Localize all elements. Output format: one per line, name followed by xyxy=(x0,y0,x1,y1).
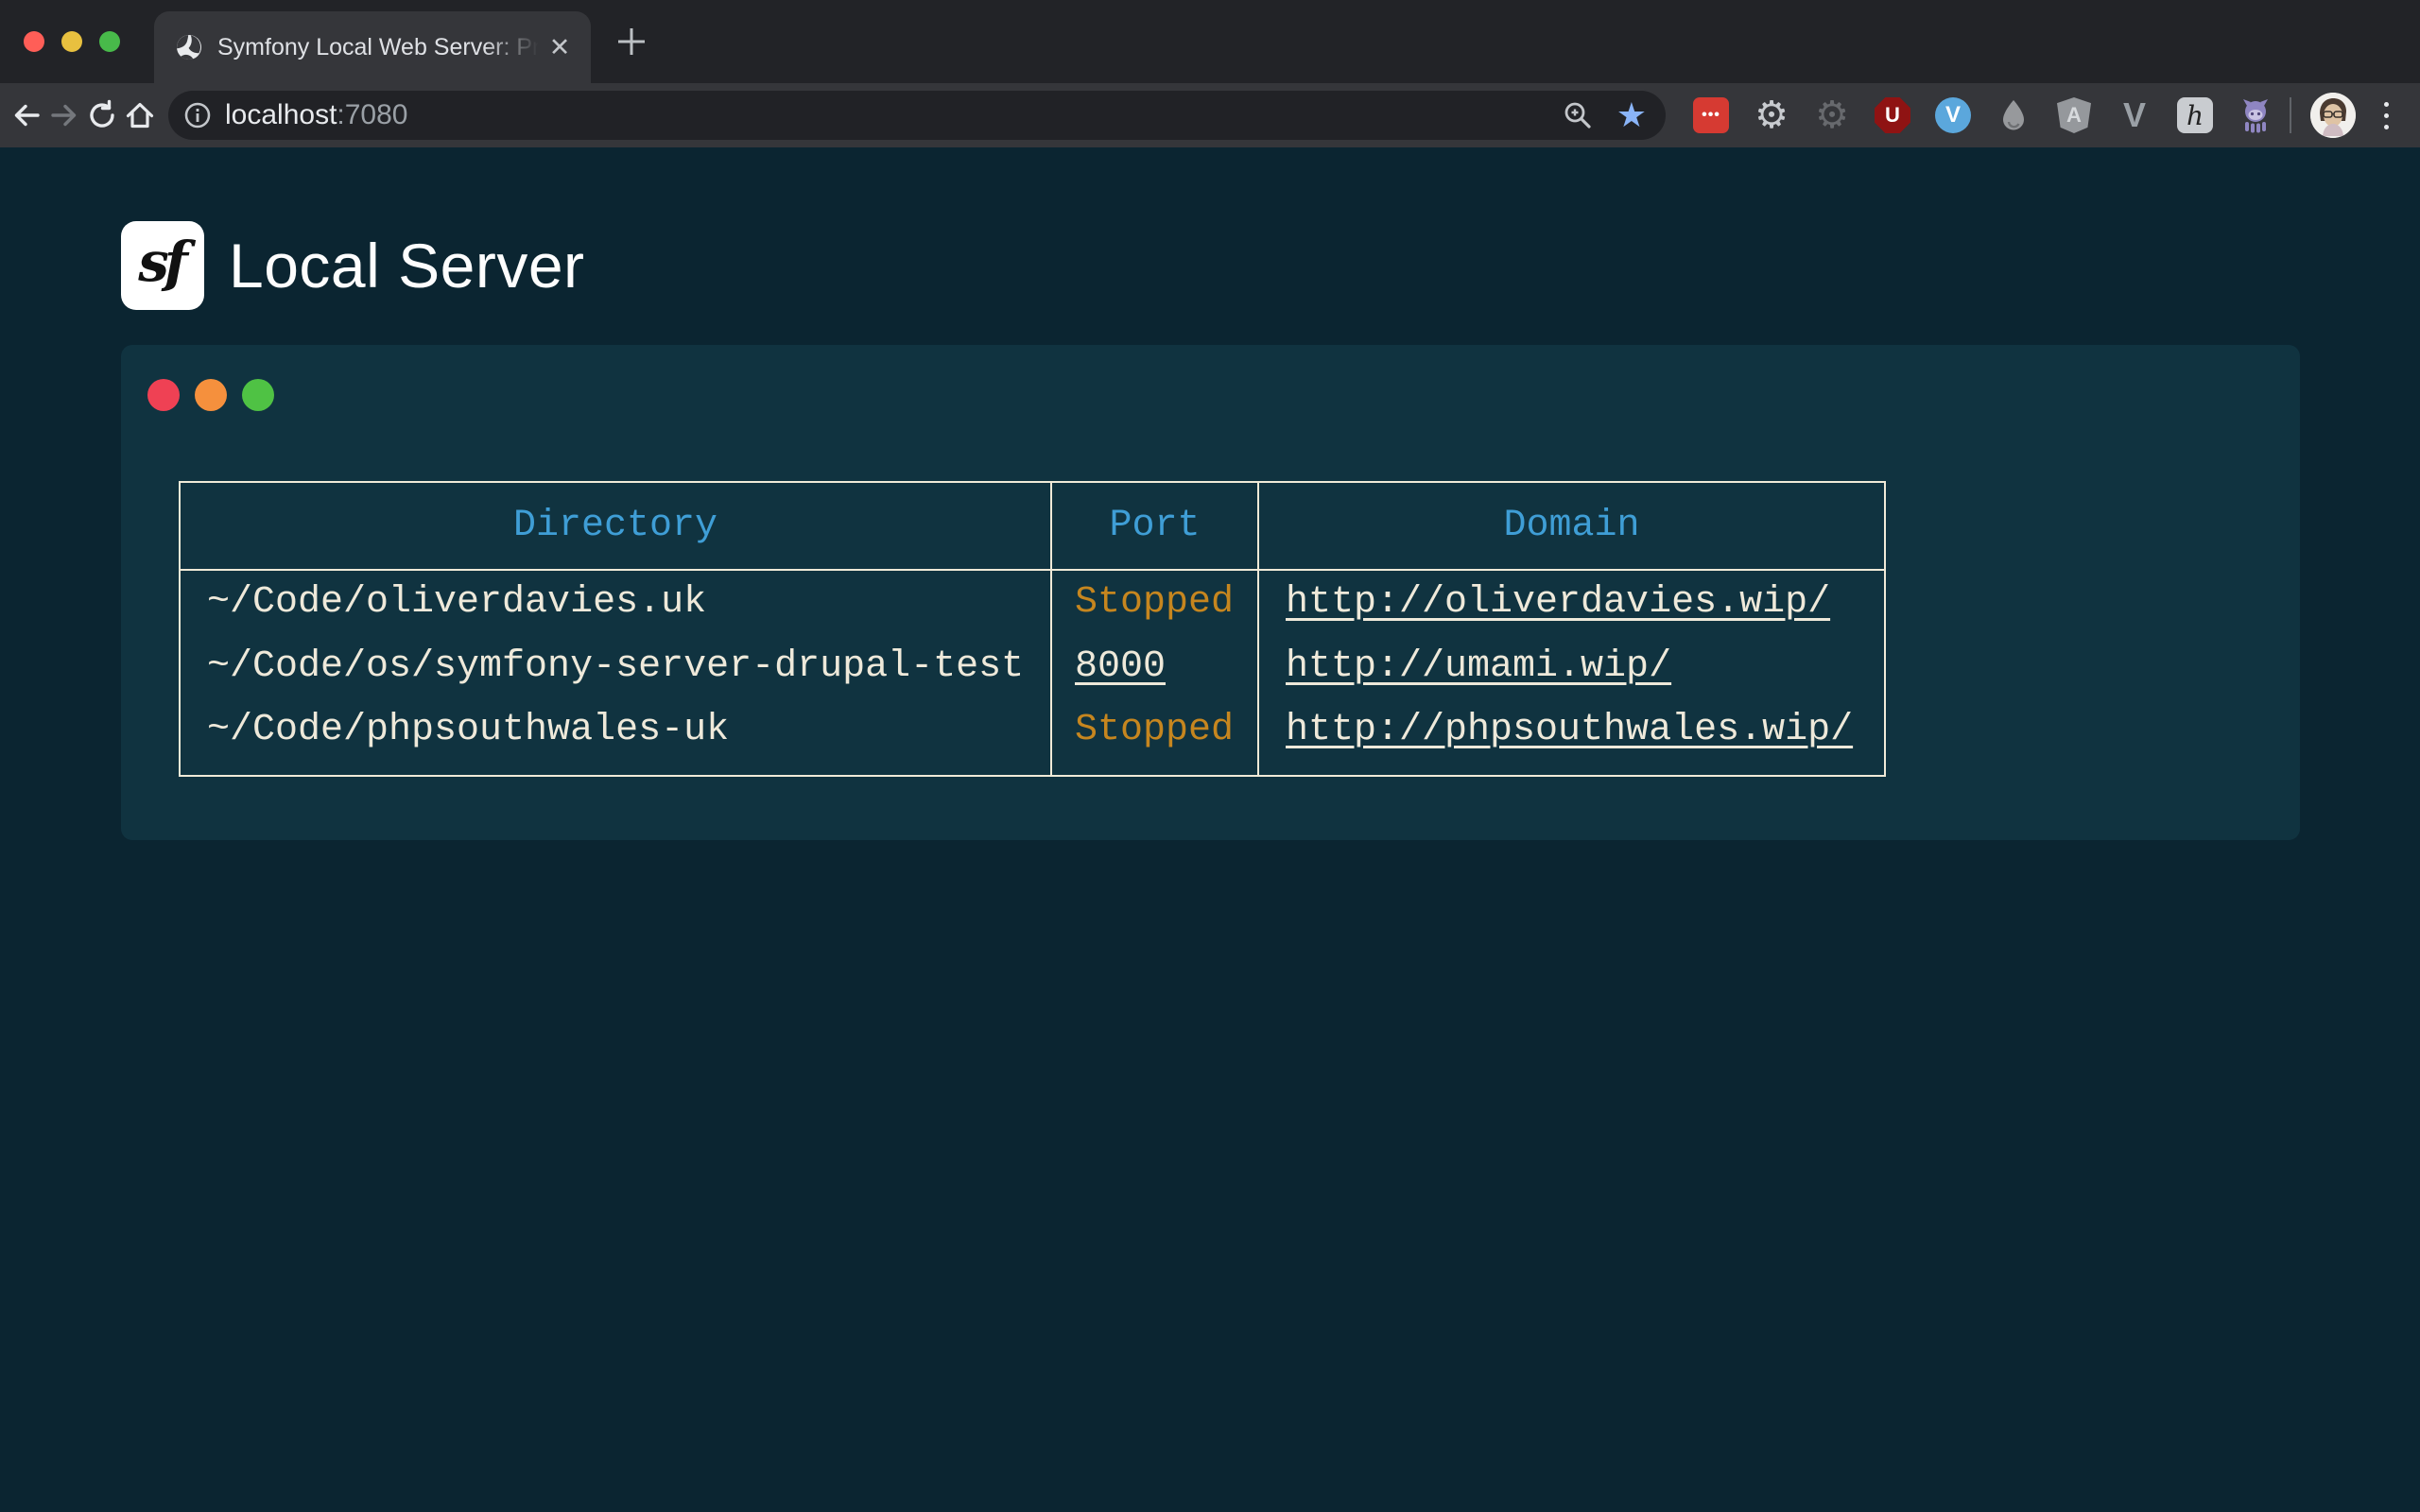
domain-cell: http://oliverdavies.wip/ xyxy=(1258,570,1885,634)
address-bar[interactable]: localhost:7080 ★ xyxy=(168,91,1666,140)
browser-menu-button[interactable] xyxy=(2367,96,2405,134)
vue-icon: V xyxy=(2123,95,2146,135)
panel-window-dots xyxy=(147,379,274,411)
back-icon xyxy=(9,98,43,132)
port-cell: Stopped xyxy=(1051,698,1258,776)
symfony-logo-text: sf xyxy=(138,230,183,294)
reload-button[interactable] xyxy=(83,96,121,134)
port-cell: 8000 xyxy=(1051,634,1258,698)
server-panel: Directory Port Domain ~/Code/oliverdavie… xyxy=(121,345,2300,840)
page-content: sf Local Server Directory Port Domain ~/… xyxy=(0,147,2420,1512)
window-close-button[interactable] xyxy=(24,31,44,52)
new-tab-button[interactable] xyxy=(611,21,652,62)
symfony-logo: sf xyxy=(121,221,204,310)
directory-cell: ~/Code/os/symfony-server-drupal-test xyxy=(180,634,1051,698)
reload-icon xyxy=(85,98,119,132)
vue-extension-button[interactable]: V xyxy=(2104,85,2165,146)
header-domain: Domain xyxy=(1258,482,1885,570)
table-row: ~/Code/oliverdavies.uk Stopped http://ol… xyxy=(180,570,1885,634)
avatar-image xyxy=(2310,93,2356,138)
domain-link[interactable]: http://oliverdavies.wip/ xyxy=(1286,581,1830,624)
directory-cell: ~/Code/oliverdavies.uk xyxy=(180,570,1051,634)
directory-cell: ~/Code/phpsouthwales-uk xyxy=(180,698,1051,776)
domain-link[interactable]: http://phpsouthwales.wip/ xyxy=(1286,709,1853,751)
tab-strip: Symfony Local Web Server: Prox ✕ xyxy=(0,0,2420,83)
domain-cell: http://umami.wip/ xyxy=(1258,634,1885,698)
profile-avatar[interactable] xyxy=(2310,93,2356,138)
angular-shield-icon: A xyxy=(2057,97,2091,133)
servers-table: Directory Port Domain ~/Code/oliverdavie… xyxy=(179,481,1886,777)
domain-link[interactable]: http://umami.wip/ xyxy=(1286,645,1671,688)
gear-extension-button[interactable]: ⚙ xyxy=(1741,85,1802,146)
tab-title: Symfony Local Web Server: Prox xyxy=(217,34,542,61)
honey-extension-button[interactable]: h xyxy=(2165,85,2225,146)
gear-extension-button-2[interactable]: ⚙ xyxy=(1802,85,1862,146)
forward-icon xyxy=(47,98,81,132)
home-icon xyxy=(123,98,157,132)
status-stopped: Stopped xyxy=(1075,709,1234,751)
port-link[interactable]: 8000 xyxy=(1075,645,1166,688)
table-header-row: Directory Port Domain xyxy=(180,482,1885,570)
panel-dot-green xyxy=(242,379,274,411)
page-title: Local Server xyxy=(229,230,585,301)
browser-window: Symfony Local Web Server: Prox ✕ xyxy=(0,0,2420,1512)
vimium-icon: V xyxy=(1935,97,1971,133)
port-cell: Stopped xyxy=(1051,570,1258,634)
plus-icon xyxy=(614,25,648,59)
extensions-row: ••• ⚙ ⚙ U V A V h xyxy=(1681,85,2286,146)
header-directory: Directory xyxy=(180,482,1051,570)
gear-dark-icon: ⚙ xyxy=(1815,96,1849,134)
table-row: ~/Code/os/symfony-server-drupal-test 800… xyxy=(180,634,1885,698)
domain-cell: http://phpsouthwales.wip/ xyxy=(1258,698,1885,776)
github-extension-button[interactable] xyxy=(2225,85,2286,146)
zoom-icon[interactable] xyxy=(1562,99,1594,131)
url-host: localhost xyxy=(225,99,337,130)
page-info-icon[interactable] xyxy=(183,101,212,129)
toolbar-divider xyxy=(2290,97,2291,133)
brand-header: sf Local Server xyxy=(121,147,2420,310)
browser-tab[interactable]: Symfony Local Web Server: Prox ✕ xyxy=(154,11,591,83)
window-controls xyxy=(24,31,120,52)
url-text: localhost:7080 xyxy=(225,99,407,131)
status-stopped: Stopped xyxy=(1075,581,1234,624)
browser-toolbar: localhost:7080 ★ ••• ⚙ ⚙ U V A V xyxy=(0,83,2420,147)
header-port: Port xyxy=(1051,482,1258,570)
h-letter-icon: h xyxy=(2177,97,2213,133)
vimium-extension-button[interactable]: V xyxy=(1923,85,1983,146)
drupal-extension-button[interactable] xyxy=(1983,85,2044,146)
drupal-droplet-icon xyxy=(1996,97,2031,133)
tab-close-icon[interactable]: ✕ xyxy=(542,29,578,65)
angular-extension-button[interactable]: A xyxy=(2044,85,2104,146)
password-manager-extension-button[interactable]: ••• xyxy=(1681,85,1741,146)
ublock-extension-button[interactable]: U xyxy=(1862,85,1923,146)
octocat-icon xyxy=(2237,96,2274,134)
ublock-icon: U xyxy=(1875,97,1910,133)
bookmark-star-icon[interactable]: ★ xyxy=(1616,98,1647,132)
gear-icon: ⚙ xyxy=(1754,96,1789,134)
forward-button[interactable] xyxy=(45,96,83,134)
home-button[interactable] xyxy=(121,96,159,134)
back-button[interactable] xyxy=(8,96,45,134)
url-port: :7080 xyxy=(337,99,407,130)
window-zoom-button[interactable] xyxy=(99,31,120,52)
globe-favicon xyxy=(175,33,203,61)
panel-dot-red xyxy=(147,379,180,411)
password-manager-icon: ••• xyxy=(1693,97,1729,133)
window-minimize-button[interactable] xyxy=(61,31,82,52)
table-row: ~/Code/phpsouthwales-uk Stopped http://p… xyxy=(180,698,1885,776)
panel-dot-orange xyxy=(195,379,227,411)
